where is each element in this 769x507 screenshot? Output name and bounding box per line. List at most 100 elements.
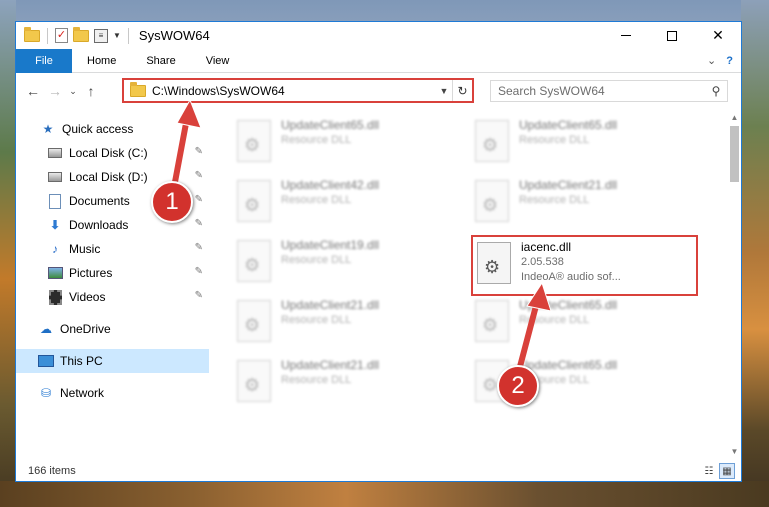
sidebar-item-label: This PC <box>60 354 103 368</box>
back-button[interactable]: ← <box>22 80 44 102</box>
maximize-icon <box>667 30 677 41</box>
file-text: UpdateClient19.dll Resource DLL <box>281 238 379 268</box>
close-button[interactable]: ✕ <box>695 22 741 49</box>
tab-file[interactable]: File <box>16 48 72 73</box>
sidebar-item-label: Documents <box>69 194 130 208</box>
forward-button[interactable]: → <box>44 80 66 102</box>
sidebar-item-onedrive[interactable]: ☁ OneDrive <box>16 317 209 341</box>
address-path[interactable]: C:\Windows\SysWOW64 <box>152 84 436 98</box>
sidebar-item-network[interactable]: ⛁ Network <box>16 381 209 405</box>
customize-dropdown-icon[interactable]: ▼ <box>113 31 121 40</box>
file-item[interactable]: UpdateClient21.dll Resource DLL <box>237 298 467 348</box>
file-item[interactable]: UpdateClient19.dll Resource DLL <box>237 238 467 288</box>
pin-icon[interactable]: ✎ <box>195 242 203 253</box>
ribbon-tabs: File Home Share View ⌄ ? <box>16 48 741 73</box>
file-item[interactable]: UpdateClient21.dll Resource DLL <box>237 358 467 408</box>
documents-icon <box>47 193 63 209</box>
sidebar-item-local-disk-c[interactable]: Local Disk (C:) ✎ <box>16 141 209 165</box>
sidebar-item-label: OneDrive <box>60 322 111 336</box>
maximize-button[interactable] <box>649 22 695 49</box>
drive-shape <box>48 148 62 158</box>
window-controls: ✕ <box>603 22 741 49</box>
file-item[interactable]: UpdateClient42.dll Resource DLL <box>237 178 467 228</box>
new-folder-icon[interactable] <box>73 26 89 42</box>
search-icon[interactable]: ⚲ <box>705 84 727 98</box>
file-item[interactable]: UpdateClient21.dll Resource DLL <box>475 178 705 228</box>
scroll-thumb[interactable] <box>730 126 739 182</box>
scroll-down-icon[interactable]: ▼ <box>728 444 741 460</box>
file-description: Resource DLL <box>281 194 352 206</box>
music-icon: ♪ <box>52 242 58 256</box>
file-version: 2.05.538 <box>521 256 564 268</box>
annotation-badge-1: 1 <box>151 181 193 223</box>
quick-access-toolbar: ✓ ≡ ▼ <box>16 22 131 49</box>
close-icon: ✕ <box>712 27 724 43</box>
sidebar-item-videos[interactable]: Videos ✎ <box>16 285 209 309</box>
scroll-up-icon[interactable]: ▲ <box>728 110 741 126</box>
pin-icon[interactable]: ✎ <box>195 146 203 157</box>
pin-icon[interactable]: ✎ <box>195 218 203 229</box>
folder-icon[interactable] <box>24 26 40 42</box>
pin-icon[interactable]: ✎ <box>195 194 203 205</box>
sidebar-item-label: Local Disk (D:) <box>69 170 148 184</box>
help-icon[interactable]: ? <box>722 49 741 73</box>
chevron-down-icon: ⌄ <box>69 85 77 96</box>
file-item-iacenc[interactable]: iacenc.dll 2.05.538 IndeoA® audio sof... <box>471 235 698 296</box>
details-view-icon[interactable]: ☷ <box>701 463 717 479</box>
file-item[interactable]: UpdateClient65.dll Resource DLL <box>475 118 705 168</box>
pin-icon[interactable]: ✎ <box>195 290 203 301</box>
refresh-button[interactable]: ↻ <box>452 80 472 101</box>
status-bar: 166 items ☷ ▦ <box>16 460 741 482</box>
minimize-button[interactable] <box>603 22 649 49</box>
forward-arrow-icon: → <box>48 83 62 99</box>
pin-icon[interactable]: ✎ <box>195 170 203 181</box>
pin-icon[interactable]: ✎ <box>195 266 203 277</box>
file-name: UpdateClient65.dll <box>519 118 618 132</box>
up-button[interactable]: ↑ <box>80 80 102 102</box>
file-item[interactable]: UpdateClient65.dll Resource DLL <box>237 118 467 168</box>
computer-icon <box>38 353 54 369</box>
sidebar-item-label: Music <box>69 242 101 256</box>
address-dropdown-icon[interactable]: ▼ <box>436 86 452 96</box>
file-explorer-window: ✓ ≡ ▼ SysWOW64 ✕ File Home Share View ⌄ … <box>15 21 742 482</box>
file-text: iacenc.dll 2.05.538 IndeoA® audio sof... <box>521 240 621 285</box>
search-input[interactable]: Search SysWOW64 <box>498 84 705 98</box>
film-shape <box>48 289 62 305</box>
recent-locations-button[interactable]: ⌄ <box>66 80 80 102</box>
file-text: UpdateClient21.dll Resource DLL <box>519 178 617 208</box>
file-name: iacenc.dll <box>521 240 572 254</box>
vertical-scrollbar[interactable]: ▲ ▼ <box>728 110 741 460</box>
file-text: UpdateClient21.dll Resource DLL <box>281 298 379 328</box>
sidebar-item-label: Network <box>60 386 105 400</box>
file-description: Resource DLL <box>281 374 352 386</box>
properties-check-icon[interactable]: ✓ <box>55 28 68 43</box>
file-name: UpdateClient19.dll <box>281 238 380 252</box>
properties-icon[interactable]: ≡ <box>94 28 108 43</box>
file-text: UpdateClient65.dll Resource DLL <box>519 118 617 148</box>
large-icons-view-icon[interactable]: ▦ <box>719 463 735 479</box>
sidebar-item-music[interactable]: ♪ Music ✎ <box>16 237 209 261</box>
network-icon: ⛁ <box>40 386 52 400</box>
dll-file-icon <box>477 242 511 284</box>
item-count: 166 items <box>28 465 76 477</box>
ribbon-expand-icon[interactable]: ⌄ <box>701 49 722 73</box>
sidebar-item-label: Downloads <box>69 218 129 232</box>
tab-view[interactable]: View <box>191 49 245 73</box>
dll-file-icon <box>475 180 509 222</box>
drive-icon <box>47 145 63 161</box>
file-name: UpdateClient65.dll <box>519 298 618 312</box>
sidebar-item-quick-access[interactable]: ★ Quick access <box>16 117 209 141</box>
file-item[interactable]: UpdateClient65.dll Resource DLL <box>475 298 705 348</box>
tab-home[interactable]: Home <box>72 49 131 73</box>
tab-share[interactable]: Share <box>131 49 190 73</box>
sidebar-item-label: Quick access <box>62 122 134 136</box>
search-box[interactable]: Search SysWOW64 ⚲ <box>490 80 728 102</box>
scroll-track[interactable] <box>728 126 741 444</box>
sidebar-item-this-pc[interactable]: This PC <box>16 349 209 373</box>
toolbar-separator <box>47 27 48 44</box>
navigation-pane: ★ Quick access Local Disk (C:) ✎ Local D… <box>16 110 212 460</box>
sidebar-item-pictures[interactable]: Pictures ✎ <box>16 261 209 285</box>
address-bar[interactable]: C:\Windows\SysWOW64 ▼ ↻ <box>122 78 474 103</box>
dll-file-icon <box>237 180 271 222</box>
file-description: Resource DLL <box>281 134 352 146</box>
